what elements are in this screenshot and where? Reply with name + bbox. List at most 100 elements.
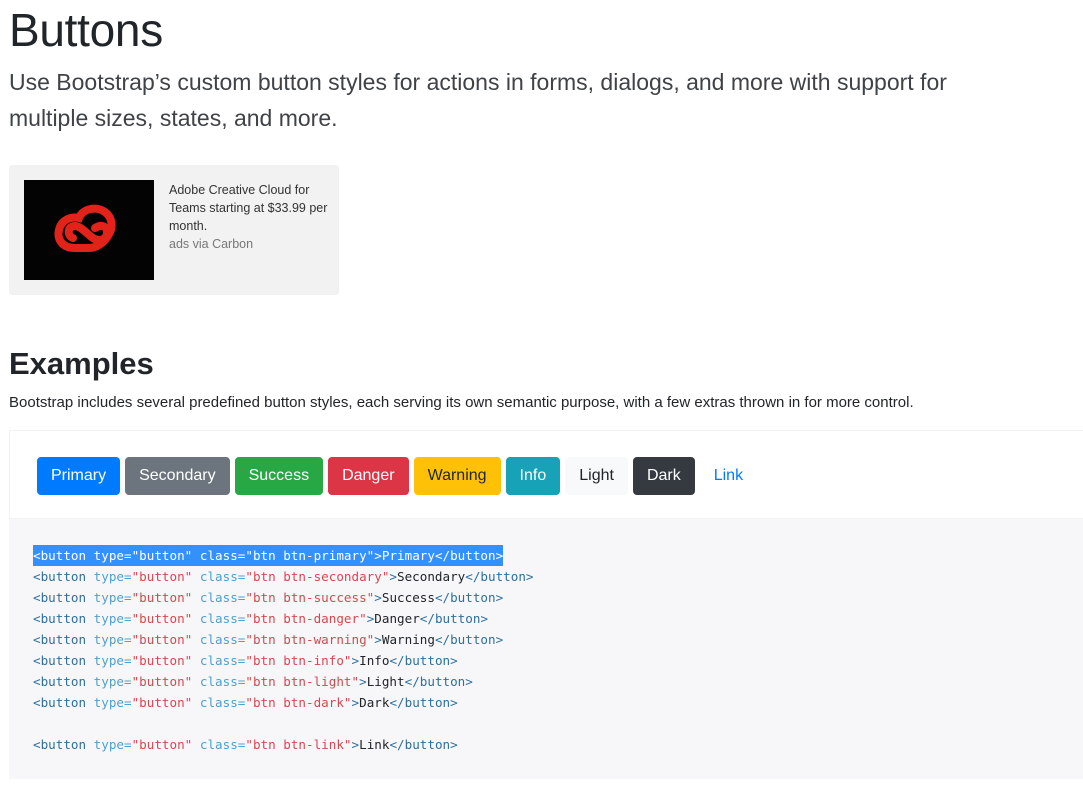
- code-type-value: "button": [131, 737, 193, 752]
- code-class-attr: class=: [199, 674, 246, 689]
- code-type-value: "button": [131, 548, 193, 563]
- secondary-button[interactable]: Secondary: [125, 457, 230, 495]
- code-open-tag: <button: [33, 737, 87, 752]
- code-tag-end: >: [389, 569, 398, 584]
- code-tag-end: >: [351, 653, 360, 668]
- code-type-value: "button": [131, 653, 193, 668]
- code-type-attr: type=: [93, 737, 132, 752]
- section-title-examples: Examples: [9, 346, 154, 381]
- code-type-value: "button": [131, 590, 193, 605]
- code-class-attr: class=: [199, 590, 246, 605]
- dark-button[interactable]: Dark: [632, 457, 695, 495]
- code-tag-end: >: [359, 674, 367, 689]
- code-class-attr: class=: [199, 548, 246, 563]
- code-type-attr: type=: [93, 569, 132, 584]
- info-button[interactable]: Info: [505, 457, 561, 495]
- code-class-value: "btn btn-warning": [245, 632, 375, 647]
- code-class-value: "btn btn-info": [245, 653, 352, 668]
- code-close-tag: </button>: [389, 737, 458, 752]
- code-class-value: "btn btn-link": [245, 737, 352, 752]
- code-close-tag: </button>: [389, 653, 458, 668]
- code-block: <button type="button" class="btn btn-pri…: [9, 519, 1083, 779]
- code-open-tag: <button: [33, 632, 87, 647]
- creative-cloud-icon: [54, 204, 116, 252]
- code-close-tag: </button>: [434, 632, 504, 647]
- page-title: Buttons: [9, 4, 163, 56]
- code-close-tag: </button>: [419, 611, 489, 626]
- code-type-attr: type=: [93, 632, 132, 647]
- code-type-value: "button": [131, 695, 193, 710]
- light-button[interactable]: Light: [565, 457, 628, 495]
- code-type-value: "button": [131, 569, 193, 584]
- section-description: Bootstrap includes several predefined bu…: [9, 394, 914, 411]
- code-line: <button type="button" class="btn btn-dan…: [33, 608, 534, 629]
- code-type-attr: type=: [93, 590, 132, 605]
- code-tag-end: >: [351, 695, 360, 710]
- code-line: <button type="button" class="btn btn-lin…: [33, 734, 534, 755]
- code-line: <button type="button" class="btn btn-lig…: [33, 671, 534, 692]
- code-open-tag: <button: [33, 674, 87, 689]
- code-type-attr: type=: [93, 674, 132, 689]
- warning-button[interactable]: Warning: [413, 457, 501, 495]
- code-label: Info: [359, 653, 390, 668]
- code-open-tag: <button: [33, 653, 87, 668]
- code-class-value: "btn btn-success": [245, 590, 375, 605]
- ad-text[interactable]: Adobe Creative Cloud for Teams starting …: [169, 181, 329, 235]
- code-close-tag: </button>: [404, 674, 473, 689]
- code-tag-end: >: [351, 737, 360, 752]
- code-label: Secondary: [397, 569, 466, 584]
- code-close-tag: </button>: [434, 590, 504, 605]
- code-class-attr: class=: [199, 569, 246, 584]
- code-label: Primary: [381, 548, 435, 563]
- code-class-attr: class=: [199, 632, 246, 647]
- page-lead: Use Bootstrap’s custom button styles for…: [9, 69, 947, 131]
- code-class-attr: class=: [199, 611, 246, 626]
- primary-button[interactable]: Primary: [37, 457, 121, 495]
- danger-button[interactable]: Danger: [328, 457, 409, 495]
- code-close-tag: </button>: [465, 569, 534, 584]
- code-tag-end: >: [374, 548, 382, 563]
- code-line: <button type="button" class="btn btn-dar…: [33, 692, 534, 713]
- code-tag-end: >: [374, 632, 382, 647]
- adobe-creative-cloud-logo[interactable]: [24, 180, 154, 280]
- code-type-attr: type=: [93, 548, 132, 563]
- code-line: <button type="button" class="btn btn-pri…: [33, 545, 534, 566]
- success-button[interactable]: Success: [234, 457, 324, 495]
- code-close-tag: </button>: [434, 548, 504, 563]
- code-open-tag: <button: [33, 611, 87, 626]
- code-open-tag: <button: [33, 548, 87, 563]
- code-type-attr: type=: [93, 695, 132, 710]
- code-class-value: "btn btn-secondary": [245, 569, 390, 584]
- code-open-tag: <button: [33, 695, 87, 710]
- code-label: Success: [381, 590, 435, 605]
- code-tag-end: >: [374, 590, 382, 605]
- code-class-attr: class=: [199, 695, 246, 710]
- selected-code-text[interactable]: <button type="button" class="btn btn-pri…: [33, 545, 504, 566]
- button-row: Primary Secondary Success Danger Warning Info…: [37, 457, 757, 495]
- code-label: Warning: [381, 632, 435, 647]
- code-class-attr: class=: [199, 653, 246, 668]
- code-close-tag: </button>: [389, 695, 458, 710]
- code-label: Link: [359, 737, 390, 752]
- code-type-value: "button": [131, 674, 193, 689]
- code-open-tag: <button: [33, 569, 87, 584]
- code-type-value: "button": [131, 611, 193, 626]
- code-class-attr: class=: [199, 737, 246, 752]
- code-type-attr: type=: [93, 611, 132, 626]
- ad-attribution[interactable]: ads via Carbon: [169, 235, 253, 253]
- code-type-value: "button": [131, 632, 193, 647]
- carbon-ad[interactable]: Adobe Creative Cloud for Teams starting …: [9, 165, 339, 295]
- code-class-value: "btn btn-dark": [245, 695, 352, 710]
- code-line: <button type="button" class="btn btn-sec…: [33, 566, 534, 587]
- link-button[interactable]: Link: [700, 457, 757, 495]
- code-class-value: "btn btn-primary": [245, 548, 375, 563]
- code-open-tag: <button: [33, 590, 87, 605]
- code-lines: <button type="button" class="btn btn-pri…: [33, 545, 534, 755]
- code-line: <button type="button" class="btn btn-war…: [33, 629, 534, 650]
- code-label: Dark: [359, 695, 390, 710]
- code-class-value: "btn btn-danger": [245, 611, 367, 626]
- code-label: Danger: [374, 611, 420, 626]
- button-examples-panel: Primary Secondary Success Danger Warning Info…: [9, 430, 1083, 519]
- code-class-value: "btn btn-light": [245, 674, 360, 689]
